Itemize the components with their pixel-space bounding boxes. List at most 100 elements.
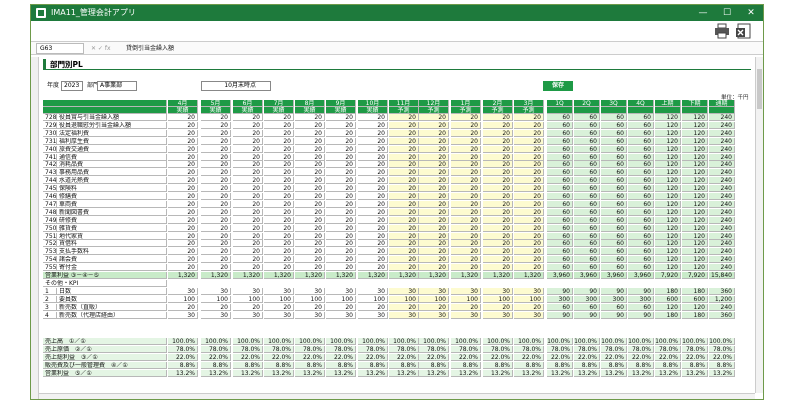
- month-value[interactable]: 20: [326, 264, 356, 272]
- month-value[interactable]: 20: [483, 177, 513, 185]
- month-value[interactable]: 20: [389, 145, 419, 153]
- month-value[interactable]: 20: [295, 177, 325, 185]
- month-value[interactable]: 20: [201, 185, 231, 193]
- month-value[interactable]: 20: [295, 224, 325, 232]
- month-value[interactable]: 20: [419, 232, 449, 240]
- quarter-value[interactable]: 60: [601, 121, 627, 129]
- row-name[interactable]: 支払手数料: [57, 248, 167, 256]
- year-total-value[interactable]: 240: [709, 121, 735, 129]
- month-value[interactable]: 20: [451, 264, 481, 272]
- month-value[interactable]: 20: [389, 121, 419, 129]
- row-name[interactable]: 車両費: [57, 200, 167, 208]
- half-value[interactable]: 120: [682, 153, 708, 161]
- row-name[interactable]: 消耗品費: [57, 161, 167, 169]
- month-value[interactable]: 20: [483, 129, 513, 137]
- month-value[interactable]: 20: [483, 200, 513, 208]
- quarter-value[interactable]: 60: [601, 137, 627, 145]
- month-value[interactable]: 20: [326, 224, 356, 232]
- month-value[interactable]: 20: [451, 185, 481, 193]
- month-value[interactable]: 20: [451, 248, 481, 256]
- quarter-value[interactable]: 60: [574, 216, 600, 224]
- month-value[interactable]: 20: [514, 129, 544, 137]
- month-value[interactable]: 20: [483, 161, 513, 169]
- month-value[interactable]: 20: [483, 232, 513, 240]
- row-name[interactable]: 地代家賃: [57, 232, 167, 240]
- quarter-value[interactable]: 60: [547, 129, 573, 137]
- excel-export-icon[interactable]: [735, 23, 753, 39]
- month-value[interactable]: 20: [514, 193, 544, 200]
- month-value[interactable]: 20: [295, 240, 325, 248]
- month-value[interactable]: 20: [419, 137, 449, 145]
- month-value[interactable]: 20: [233, 232, 263, 240]
- month-value[interactable]: 20: [295, 137, 325, 145]
- month-value[interactable]: 20: [419, 177, 449, 185]
- half-value[interactable]: 120: [682, 264, 708, 272]
- month-value[interactable]: 20: [264, 185, 294, 193]
- quarter-value[interactable]: 60: [547, 137, 573, 145]
- month-value[interactable]: 20: [358, 224, 388, 232]
- year-total-value[interactable]: 240: [709, 216, 735, 224]
- month-value[interactable]: 20: [201, 161, 231, 169]
- month-value[interactable]: 20: [389, 264, 419, 272]
- half-value[interactable]: 120: [682, 256, 708, 264]
- month-value[interactable]: 20: [326, 129, 356, 137]
- quarter-value[interactable]: 60: [574, 193, 600, 200]
- month-value[interactable]: 20: [389, 153, 419, 161]
- half-value[interactable]: 120: [682, 177, 708, 185]
- month-input[interactable]: 10月末時点: [201, 81, 271, 91]
- month-value[interactable]: 20: [389, 208, 419, 216]
- month-value[interactable]: 20: [389, 193, 419, 200]
- quarter-value[interactable]: 60: [601, 248, 627, 256]
- month-value[interactable]: 20: [358, 145, 388, 153]
- quarter-value[interactable]: 60: [547, 232, 573, 240]
- half-value[interactable]: 120: [682, 114, 708, 121]
- quarter-value[interactable]: 60: [574, 200, 600, 208]
- year-total-value[interactable]: 240: [709, 153, 735, 161]
- month-value[interactable]: 20: [233, 145, 263, 153]
- half-value[interactable]: 120: [682, 161, 708, 169]
- quarter-value[interactable]: 60: [601, 177, 627, 185]
- month-value[interactable]: 20: [483, 137, 513, 145]
- month-value[interactable]: 20: [419, 224, 449, 232]
- row-code[interactable]: 728: [43, 114, 57, 121]
- year-total-value[interactable]: 240: [709, 208, 735, 216]
- month-value[interactable]: 20: [358, 208, 388, 216]
- quarter-value[interactable]: 60: [547, 216, 573, 224]
- quarter-value[interactable]: 60: [628, 137, 654, 145]
- quarter-value[interactable]: 60: [628, 264, 654, 272]
- row-name[interactable]: 役員賞与引当金繰入額: [57, 114, 167, 121]
- month-value[interactable]: 20: [483, 208, 513, 216]
- month-value[interactable]: 20: [389, 114, 419, 121]
- quarter-value[interactable]: 60: [601, 169, 627, 177]
- row-name[interactable]: 修繕費: [57, 193, 167, 200]
- month-value[interactable]: 20: [358, 137, 388, 145]
- month-value[interactable]: 20: [419, 264, 449, 272]
- month-value[interactable]: 20: [358, 264, 388, 272]
- month-value[interactable]: 20: [419, 256, 449, 264]
- month-value[interactable]: 20: [419, 185, 449, 193]
- month-value[interactable]: 20: [326, 121, 356, 129]
- month-value[interactable]: 20: [295, 248, 325, 256]
- month-value[interactable]: 20: [358, 256, 388, 264]
- month-value[interactable]: 20: [514, 161, 544, 169]
- month-value[interactable]: 20: [264, 224, 294, 232]
- month-value[interactable]: 20: [483, 193, 513, 200]
- quarter-value[interactable]: 60: [601, 240, 627, 248]
- quarter-value[interactable]: 60: [574, 153, 600, 161]
- month-value[interactable]: 20: [264, 248, 294, 256]
- month-value[interactable]: 20: [264, 169, 294, 177]
- month-value[interactable]: 20: [451, 137, 481, 145]
- month-value[interactable]: 20: [326, 240, 356, 248]
- half-value[interactable]: 120: [682, 224, 708, 232]
- month-value[interactable]: 20: [168, 208, 198, 216]
- month-value[interactable]: 20: [201, 216, 231, 224]
- half-value[interactable]: 120: [682, 169, 708, 177]
- month-value[interactable]: 20: [233, 121, 263, 129]
- month-value[interactable]: 20: [295, 145, 325, 153]
- month-value[interactable]: 20: [326, 137, 356, 145]
- quarter-value[interactable]: 60: [547, 145, 573, 153]
- half-value[interactable]: 120: [682, 232, 708, 240]
- month-value[interactable]: 20: [326, 256, 356, 264]
- quarter-value[interactable]: 60: [574, 240, 600, 248]
- month-value[interactable]: 20: [168, 145, 198, 153]
